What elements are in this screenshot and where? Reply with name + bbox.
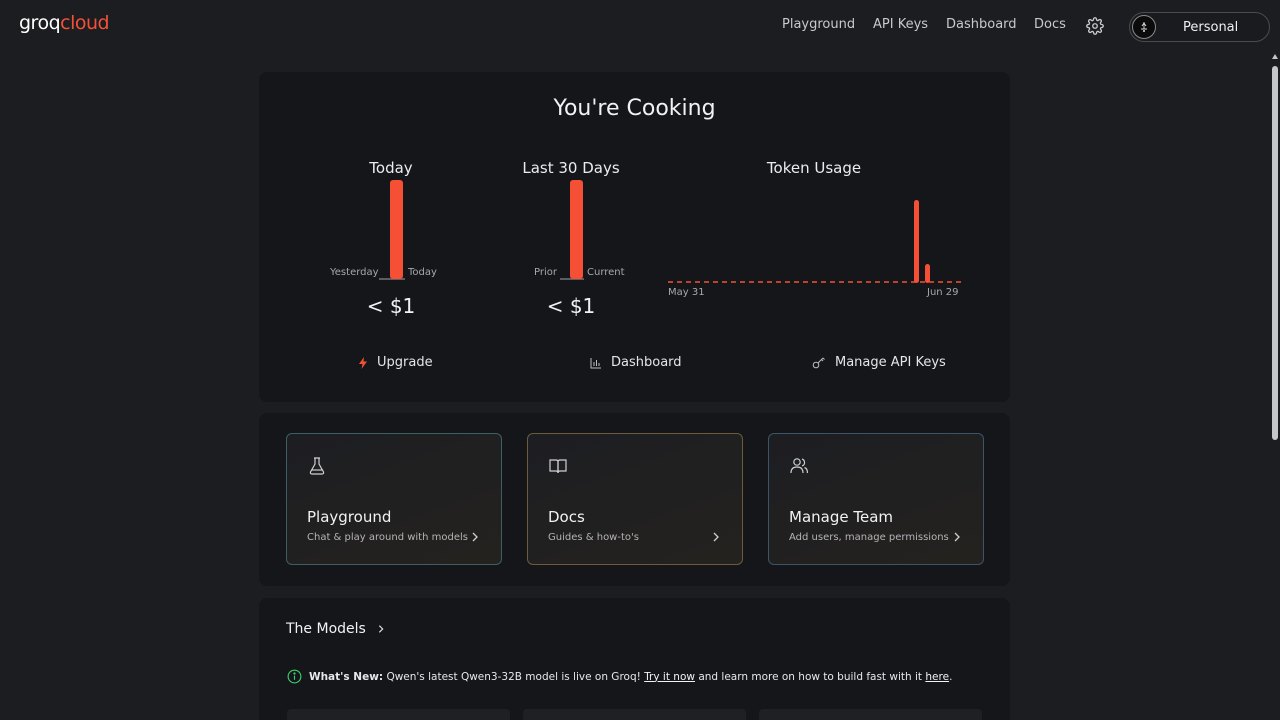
whats-new-text-2: and learn more on how to build fast with…	[698, 670, 923, 683]
book-icon	[549, 459, 567, 474]
token-bar-jun-28	[914, 200, 919, 283]
whats-new-label: What's New:	[309, 670, 384, 683]
flask-icon	[309, 457, 325, 475]
models-title: The Models	[286, 621, 366, 637]
model-card[interactable]	[287, 709, 510, 720]
last30-amount: < $1	[546, 294, 596, 318]
lightning-icon	[359, 356, 367, 369]
chevron-right-icon	[378, 625, 384, 633]
dashboard-label: Dashboard	[611, 355, 682, 370]
last30-title: Last 30 Days	[522, 159, 620, 177]
manage-team-card[interactable]: Manage Team Add users, manage permission…	[768, 433, 984, 565]
profile-label: Personal	[1183, 20, 1239, 35]
nav-docs[interactable]: Docs	[1034, 17, 1066, 32]
playground-card[interactable]: Playground Chat & play around with model…	[286, 433, 502, 565]
model-card[interactable]	[759, 709, 982, 720]
here-link[interactable]: here	[925, 671, 949, 683]
profile-switcher-button[interactable]: Personal	[1129, 12, 1270, 42]
last30-left-label: Prior	[534, 267, 557, 278]
try-it-now-link[interactable]: Try it now	[644, 671, 695, 683]
docs-card[interactable]: Docs Guides & how-to's	[527, 433, 743, 565]
top-nav: groqcloud Playground API Keys Dashboard …	[0, 0, 1280, 52]
usage-title: You're Cooking	[553, 96, 716, 121]
today-title: Today	[369, 159, 413, 177]
avatar	[1132, 15, 1156, 39]
token-start-label: May 31	[668, 287, 705, 298]
manage-api-keys-link[interactable]: Manage API Keys	[812, 355, 946, 370]
bar-chart-icon	[590, 357, 601, 368]
docs-card-title: Docs	[548, 508, 585, 526]
whats-new-text-1: Qwen's latest Qwen3-32B model is live on…	[386, 670, 641, 683]
models-link[interactable]: The Models	[286, 621, 386, 637]
whats-new-banner: What's New: Qwen's latest Qwen3-32B mode…	[287, 669, 952, 684]
nav-api-keys[interactable]: API Keys	[873, 17, 928, 32]
today-left-label: Yesterday	[330, 267, 379, 278]
token-usage-title: Token Usage	[766, 159, 862, 177]
today-amount: < $1	[366, 294, 416, 318]
scroll-thumb[interactable]	[1272, 66, 1278, 440]
key-icon	[812, 357, 825, 368]
manage-team-card-title: Manage Team	[789, 508, 893, 526]
today-bar	[390, 180, 403, 279]
playground-card-subtitle: Chat & play around with models	[307, 532, 468, 543]
manage-api-keys-label: Manage API Keys	[835, 355, 946, 370]
last30-bar	[570, 180, 583, 279]
model-card[interactable]	[523, 709, 746, 720]
docs-card-subtitle: Guides & how-to's	[548, 532, 639, 543]
groqcloud-logo[interactable]: groqcloud	[19, 12, 110, 34]
manage-team-card-subtitle: Add users, manage permissions	[789, 532, 949, 543]
org-logo-icon	[1141, 22, 1147, 32]
upgrade-label: Upgrade	[377, 355, 433, 370]
last30-right-label: Current	[587, 267, 625, 278]
settings-gear-icon[interactable]	[1086, 17, 1104, 35]
quick-links-panel: Playground Chat & play around with model…	[259, 413, 1010, 586]
usage-panel: You're Cooking Today Yesterday Today < $…	[259, 72, 1010, 402]
token-usage-chart	[668, 200, 962, 283]
whats-new-end: .	[949, 670, 953, 683]
token-bar-jun-29	[925, 264, 930, 283]
users-icon	[790, 458, 809, 474]
info-icon	[287, 669, 302, 684]
chevron-right-icon	[954, 532, 960, 542]
page-scrollbar[interactable]	[1270, 52, 1280, 720]
today-right-label: Today	[408, 267, 437, 278]
upgrade-link[interactable]: Upgrade	[358, 355, 433, 370]
nav-playground[interactable]: Playground	[782, 17, 855, 32]
nav-dashboard[interactable]: Dashboard	[946, 17, 1017, 32]
dashboard-link[interactable]: Dashboard	[590, 355, 682, 370]
scroll-up-arrow[interactable]	[1272, 54, 1278, 59]
chevron-right-icon	[713, 532, 719, 542]
token-end-label: Jun 29	[927, 287, 959, 298]
playground-card-title: Playground	[307, 508, 392, 526]
chevron-right-icon	[472, 532, 478, 542]
models-panel: The Models What's New: Qwen's latest Qwe…	[259, 598, 1010, 720]
